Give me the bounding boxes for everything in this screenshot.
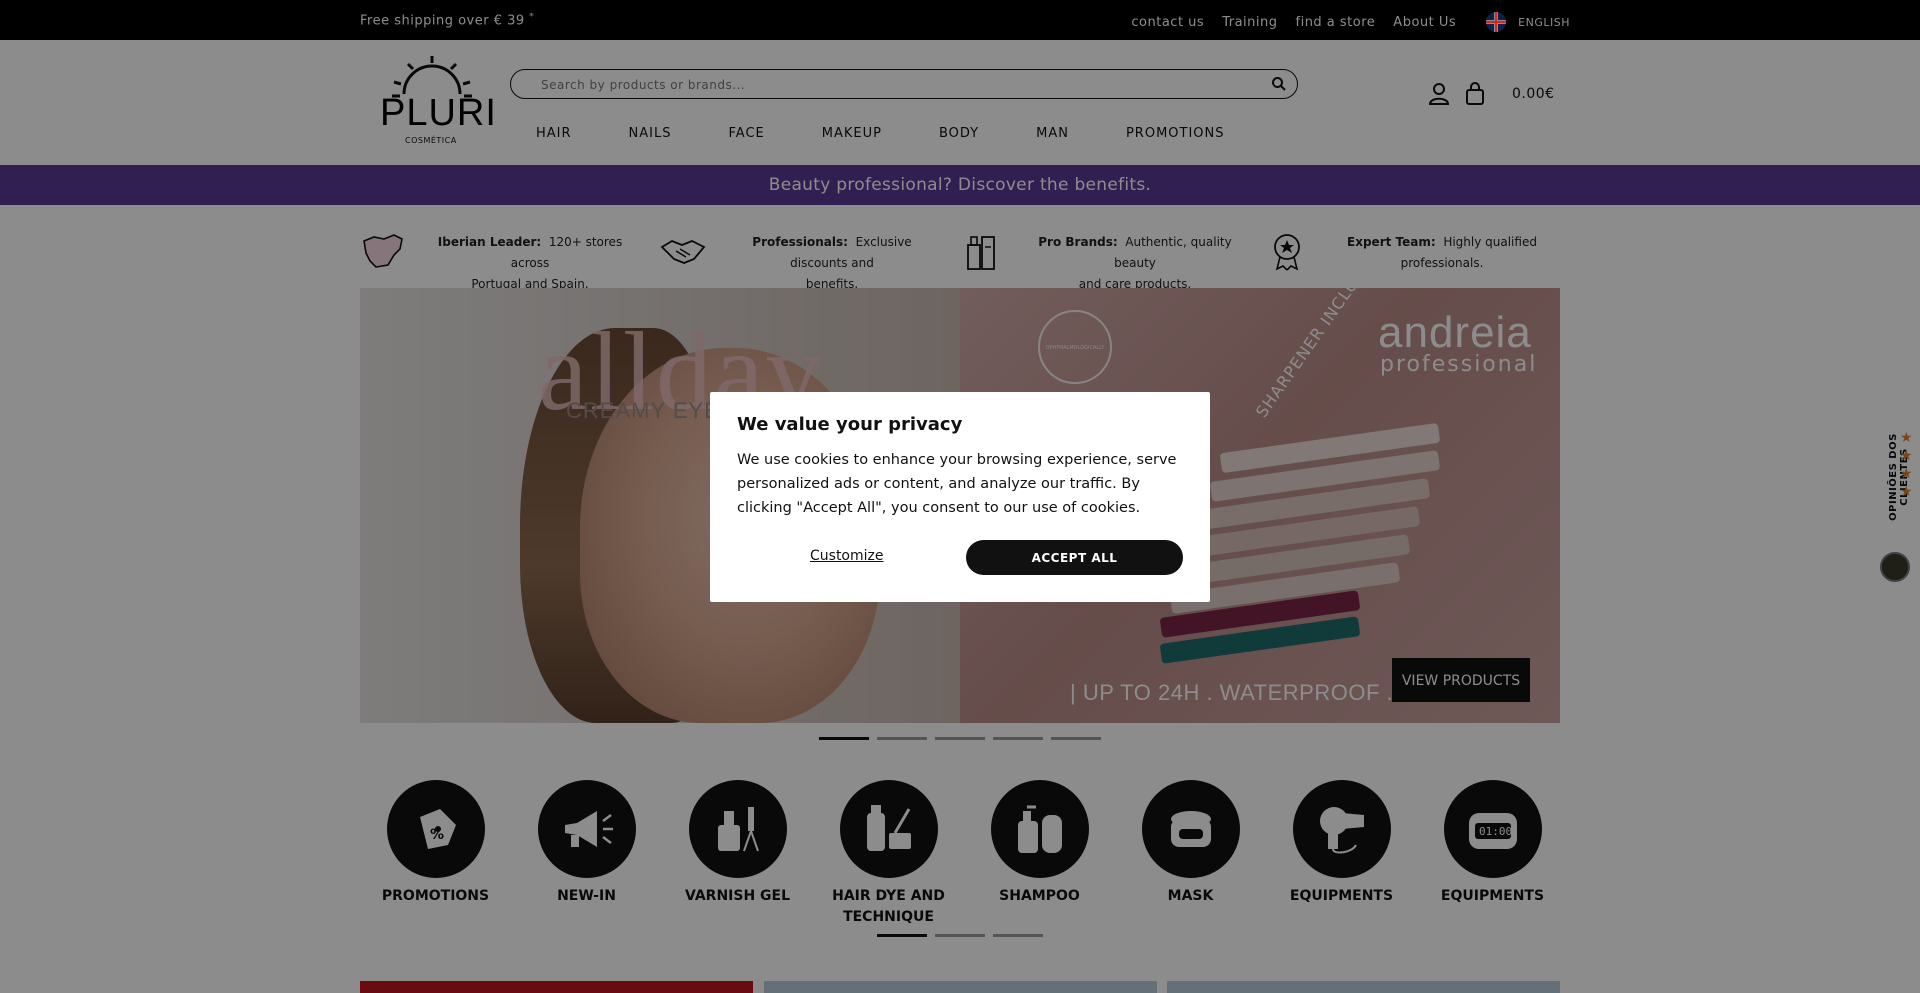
accept-all-button[interactable]: ACCEPT ALL <box>966 540 1183 575</box>
cookie-title: We value your privacy <box>737 414 963 435</box>
cookie-body: We use cookies to enhance your browsing … <box>737 452 1177 516</box>
cookie-consent-dialog: We value your privacy We use cookies to … <box>710 392 1210 602</box>
customize-link[interactable]: Customize <box>810 548 884 564</box>
